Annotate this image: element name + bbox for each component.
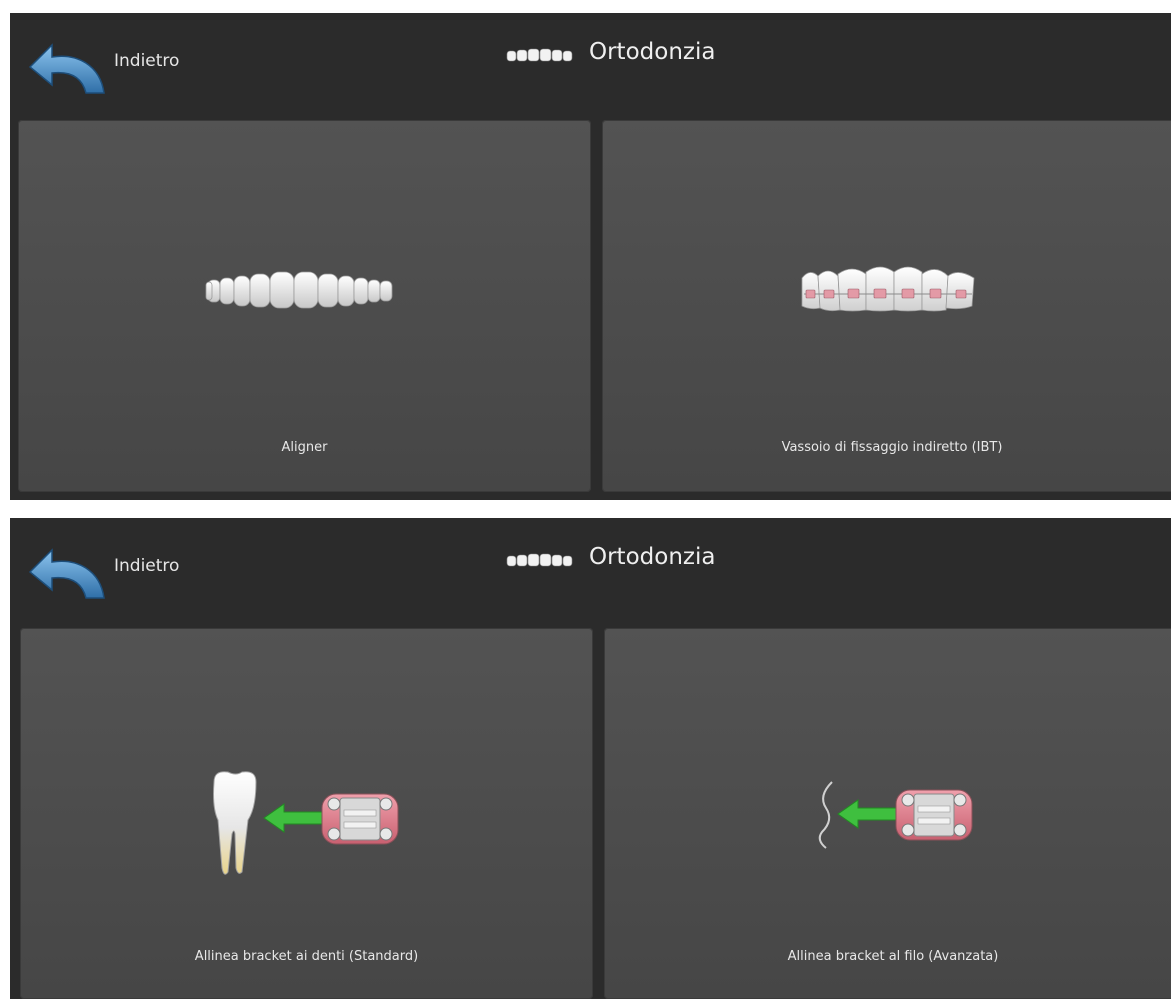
align-bracket-wire-card[interactable]: Allinea bracket al filo (Avanzata) xyxy=(604,628,1171,999)
page-title: Ortodonzia xyxy=(589,39,716,65)
braces-teeth-icon xyxy=(801,266,975,312)
back-button[interactable]: Indietro xyxy=(22,542,242,612)
aligner-teeth-icon xyxy=(205,271,393,309)
back-arrow-icon xyxy=(28,548,105,599)
teeth-icon xyxy=(506,553,573,567)
back-button[interactable]: Indietro xyxy=(22,37,242,107)
ortho-panel-1: Indietro Ortodonzia Aligner Vassoio di f… xyxy=(10,13,1171,500)
aligner-card[interactable]: Aligner xyxy=(18,120,591,492)
panel-header: Indietro Ortodonzia xyxy=(10,518,1171,623)
align-bracket-teeth-card[interactable]: Allinea bracket ai denti (Standard) xyxy=(20,628,593,999)
panel-header: Indietro Ortodonzia xyxy=(10,13,1171,118)
back-label: Indietro xyxy=(114,556,180,576)
ibt-card[interactable]: Vassoio di fissaggio indiretto (IBT) xyxy=(602,120,1171,492)
teeth-icon xyxy=(506,48,573,62)
wire-bracket-align-icon xyxy=(818,781,973,849)
card-label: Vassoio di fissaggio indiretto (IBT) xyxy=(781,440,1003,455)
ortho-panel-2: Indietro Ortodonzia Allinea bracket ai d… xyxy=(10,518,1171,999)
card-label: Allinea bracket al filo (Avanzata) xyxy=(787,949,999,964)
tooth-bracket-align-icon xyxy=(213,771,399,875)
back-arrow-icon xyxy=(28,43,105,94)
card-label: Allinea bracket ai denti (Standard) xyxy=(194,949,419,964)
card-label: Aligner xyxy=(281,440,328,455)
page-title: Ortodonzia xyxy=(589,544,716,570)
back-label: Indietro xyxy=(114,51,180,71)
